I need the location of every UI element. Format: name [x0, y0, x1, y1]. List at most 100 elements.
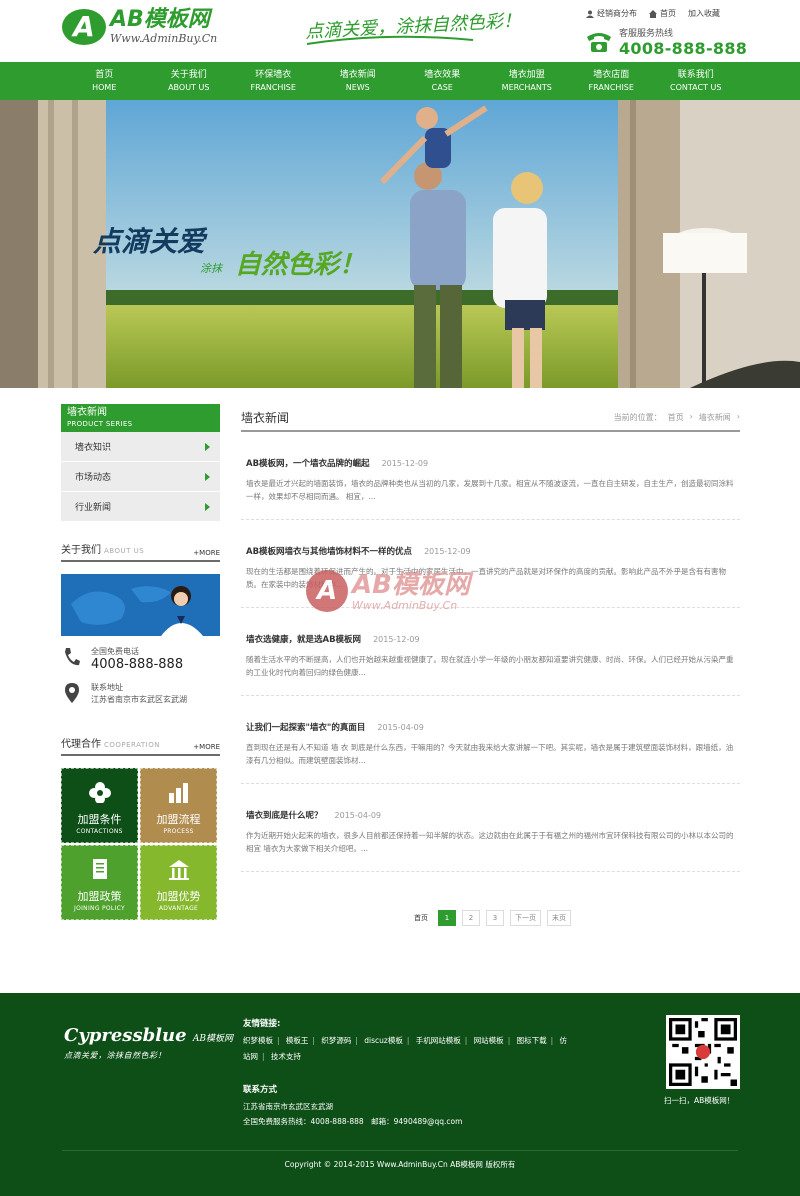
tile-conditions[interactable]: 加盟条件 CONTACTIONS	[61, 768, 138, 843]
logo-mark: A	[62, 8, 106, 45]
home-icon	[649, 9, 657, 18]
page-title: 墙衣新闻	[241, 410, 290, 425]
banner-title: 点滴关爱	[93, 225, 206, 258]
breadcrumb-home[interactable]: 首页	[668, 412, 684, 423]
nav-about[interactable]: 关于我们 ABOUT US	[147, 62, 232, 100]
page-next[interactable]: 下一页	[510, 910, 541, 926]
footer-tagline: 点滴关爱，涂抹自然色彩！	[64, 1051, 166, 1060]
copyright: Copyright © 2014-2015 Www.AdminBuy.Cn AB…	[62, 1150, 738, 1170]
news-date: 2015-12-09	[381, 458, 429, 468]
watermark: A AB模板网 Www.AdminBuy.Cn	[306, 570, 470, 612]
arrow-right-icon	[205, 472, 210, 481]
coop-tiles: 加盟条件 CONTACTIONS 加盟流程 PROCESS 加盟政策 JOINING …	[61, 768, 217, 920]
slogan-swoosh	[306, 35, 474, 45]
top-link-favorite[interactable]: 加入收藏	[688, 8, 720, 19]
tile-advantage[interactable]: 加盟优势 ADVANTAGE	[140, 845, 217, 920]
news-title-link[interactable]: 墙衣选健康，就是选AB模板网	[246, 633, 361, 645]
sidebar-address: 江苏省南京市玄武区玄武湖	[91, 695, 187, 704]
news-date: 2015-12-09	[424, 546, 471, 556]
category-header: 墙衣新闻 PRODUCT SERIES	[61, 404, 220, 432]
friend-link[interactable]: 图标下载	[517, 1036, 547, 1045]
page-2[interactable]: 2	[462, 910, 480, 926]
coop-more-link[interactable]: +MORE	[193, 743, 220, 751]
news-date: 2015-12-09	[373, 634, 420, 644]
about-image[interactable]	[61, 574, 220, 636]
qr-caption: 扫一扫，AB模板网！	[664, 1096, 735, 1105]
tile-policy[interactable]: 加盟政策 JOINING POLICY	[61, 845, 138, 920]
category-item-industry[interactable]: 行业新闻	[61, 492, 220, 522]
footer-address: 江苏省南京市玄武区玄武湖	[243, 1102, 333, 1111]
hotline-number: 4008-888-888	[619, 39, 748, 58]
logo-subtitle: Www.AdminBuy.Cn	[110, 32, 218, 45]
breadcrumb-news[interactable]: 墙衣新闻	[699, 412, 731, 423]
sidebar-phone: 4008-888-888	[91, 657, 184, 672]
friend-link[interactable]: 技术支持	[271, 1052, 301, 1061]
news-title-link[interactable]: 让我们一起探索"墙衣"的真面目	[246, 721, 365, 733]
footer-hotline: 全国免费服务热线：4008-888-888 邮箱：9490489@qq.com	[243, 1117, 463, 1126]
phone-icon	[65, 648, 80, 666]
tile-process[interactable]: 加盟流程 PROCESS	[140, 768, 217, 843]
nav-news[interactable]: 墙衣新闻 NEWS	[316, 62, 401, 100]
friend-link[interactable]: 模板王	[286, 1036, 309, 1045]
news-summary: 直到现在还是有人不知道 墙 衣 到底是什么东西，干嘛用的？今天就由我来给大家讲解…	[246, 743, 734, 765]
top-link-dealer[interactable]: 经销商分布	[586, 8, 637, 19]
news-summary: 墙衣是最近才兴起的墙面装饰，墙衣的品牌种类也从当初的几家，发展到十几家。相宜从不…	[246, 479, 734, 501]
bar-chart-icon	[168, 783, 188, 803]
page-3[interactable]: 3	[486, 910, 504, 926]
telephone-icon	[587, 33, 611, 52]
news-summary: 作为近期开始火起来的墙衣，很多人目前都还保持着一知半解的状态。这边就由在此属于于…	[246, 831, 734, 853]
clover-icon	[88, 782, 111, 804]
about-more-link[interactable]: +MORE	[193, 549, 220, 557]
main-nav: 首页 HOME 关于我们 ABOUT US 环保墙衣 FRANCHISE 墙衣新闻 NE…	[0, 62, 800, 100]
news-item: AB模板网，一个墙衣品牌的崛起 2015-12-09 墙衣是最近才兴起的墙面装饰，…	[241, 432, 740, 520]
news-title-link[interactable]: AB模板网墙衣与其他墙饰材料不一样的优点	[246, 545, 412, 557]
top-link-home[interactable]: 首页	[649, 8, 676, 19]
friend-link[interactable]: 织梦模板	[243, 1036, 273, 1045]
main-header: 墙衣新闻 当前的位置： 首页 › 墙衣新闻 ›	[241, 404, 740, 432]
user-icon	[586, 10, 594, 18]
news-item: 让我们一起探索"墙衣"的真面目 2015-04-09 直到现在还是有人不知道 墙 …	[241, 696, 740, 784]
hotline-label: 客服服务热线	[619, 29, 674, 39]
qr-code	[666, 1015, 740, 1089]
nav-stores[interactable]: 墙衣店面 FRANCHISE	[569, 62, 654, 100]
pagination: 首页 1 2 3 下一页 末页	[241, 910, 740, 926]
nav-merchants[interactable]: 墙衣加盟 MERCHANTS	[485, 62, 570, 100]
nav-contact[interactable]: 联系我们 CONTACT US	[654, 62, 739, 100]
banner-subtitle: 自然色彩！	[235, 250, 366, 280]
location-pin-icon	[65, 683, 79, 703]
friend-link[interactable]: 手机网站模板	[416, 1036, 461, 1045]
arrow-right-icon	[205, 502, 210, 511]
banner-subtitle-prefix: 涂抹	[200, 262, 222, 275]
news-date: 2015-04-09	[377, 722, 424, 732]
page-last[interactable]: 末页	[547, 910, 571, 926]
friend-link[interactable]: 织梦源码	[321, 1036, 351, 1045]
friend-link[interactable]: 网站模板	[474, 1036, 504, 1045]
page-1[interactable]: 1	[438, 910, 456, 926]
nav-products[interactable]: 环保墙衣 FRANCHISE	[231, 62, 316, 100]
footer-logo: Cypressblue AB模板网 点滴关爱，涂抹自然色彩！	[64, 1025, 233, 1060]
news-title-link[interactable]: AB模板网，一个墙衣品牌的崛起	[246, 457, 370, 469]
nav-case[interactable]: 墙衣效果 CASE	[400, 62, 485, 100]
site-logo[interactable]: A AB模板网 Www.AdminBuy.Cn	[62, 8, 217, 45]
footer: Cypressblue AB模板网 点滴关爱，涂抹自然色彩！ 友情链接: 织梦模…	[0, 993, 800, 1196]
nav-home[interactable]: 首页 HOME	[62, 62, 147, 100]
page-first[interactable]: 首页	[410, 910, 432, 926]
address-contact: 联系地址 江苏省南京市玄武区玄武湖	[61, 682, 220, 706]
friend-links: 友情链接: 织梦模板 | 模板王 | 织梦源码 | discuz模板 | 手机网站模板 |…	[243, 1019, 568, 1061]
friend-link[interactable]: discuz模板	[364, 1036, 403, 1045]
logo-title: AB模板网	[110, 7, 210, 32]
header: A AB模板网 Www.AdminBuy.Cn 点滴关爱，涂抹自然色彩！ 经销商…	[0, 0, 800, 62]
category-item-knowledge[interactable]: 墙衣知识	[61, 432, 220, 462]
top-links: 经销商分布 首页 加入收藏	[586, 8, 720, 19]
category-item-market[interactable]: 市场动态	[61, 462, 220, 492]
news-item: 墙衣到底是什么呢？ 2015-04-09 作为近期开始火起来的墙衣，很多人目前都还…	[241, 784, 740, 872]
hero-banner: 点滴关爱 涂抹 自然色彩！	[0, 100, 800, 388]
footer-contact: 联系方式 江苏省南京市玄武区玄武湖 全国免费服务热线：4008-888-888 …	[243, 1083, 462, 1129]
arrow-right-icon	[205, 442, 210, 451]
news-date: 2015-04-09	[334, 810, 382, 820]
breadcrumb: 当前的位置： 首页 › 墙衣新闻 ›	[613, 411, 740, 423]
document-icon	[92, 859, 107, 879]
main-content: 墙衣新闻 当前的位置： 首页 › 墙衣新闻 › AB模板网，一个墙衣品牌的崛起 201…	[241, 404, 740, 926]
news-title-link[interactable]: 墙衣到底是什么呢？	[246, 809, 323, 821]
news-item: 墙衣选健康，就是选AB模板网 2015-12-09 随着生活水平的不断提高，人们也…	[241, 608, 740, 696]
